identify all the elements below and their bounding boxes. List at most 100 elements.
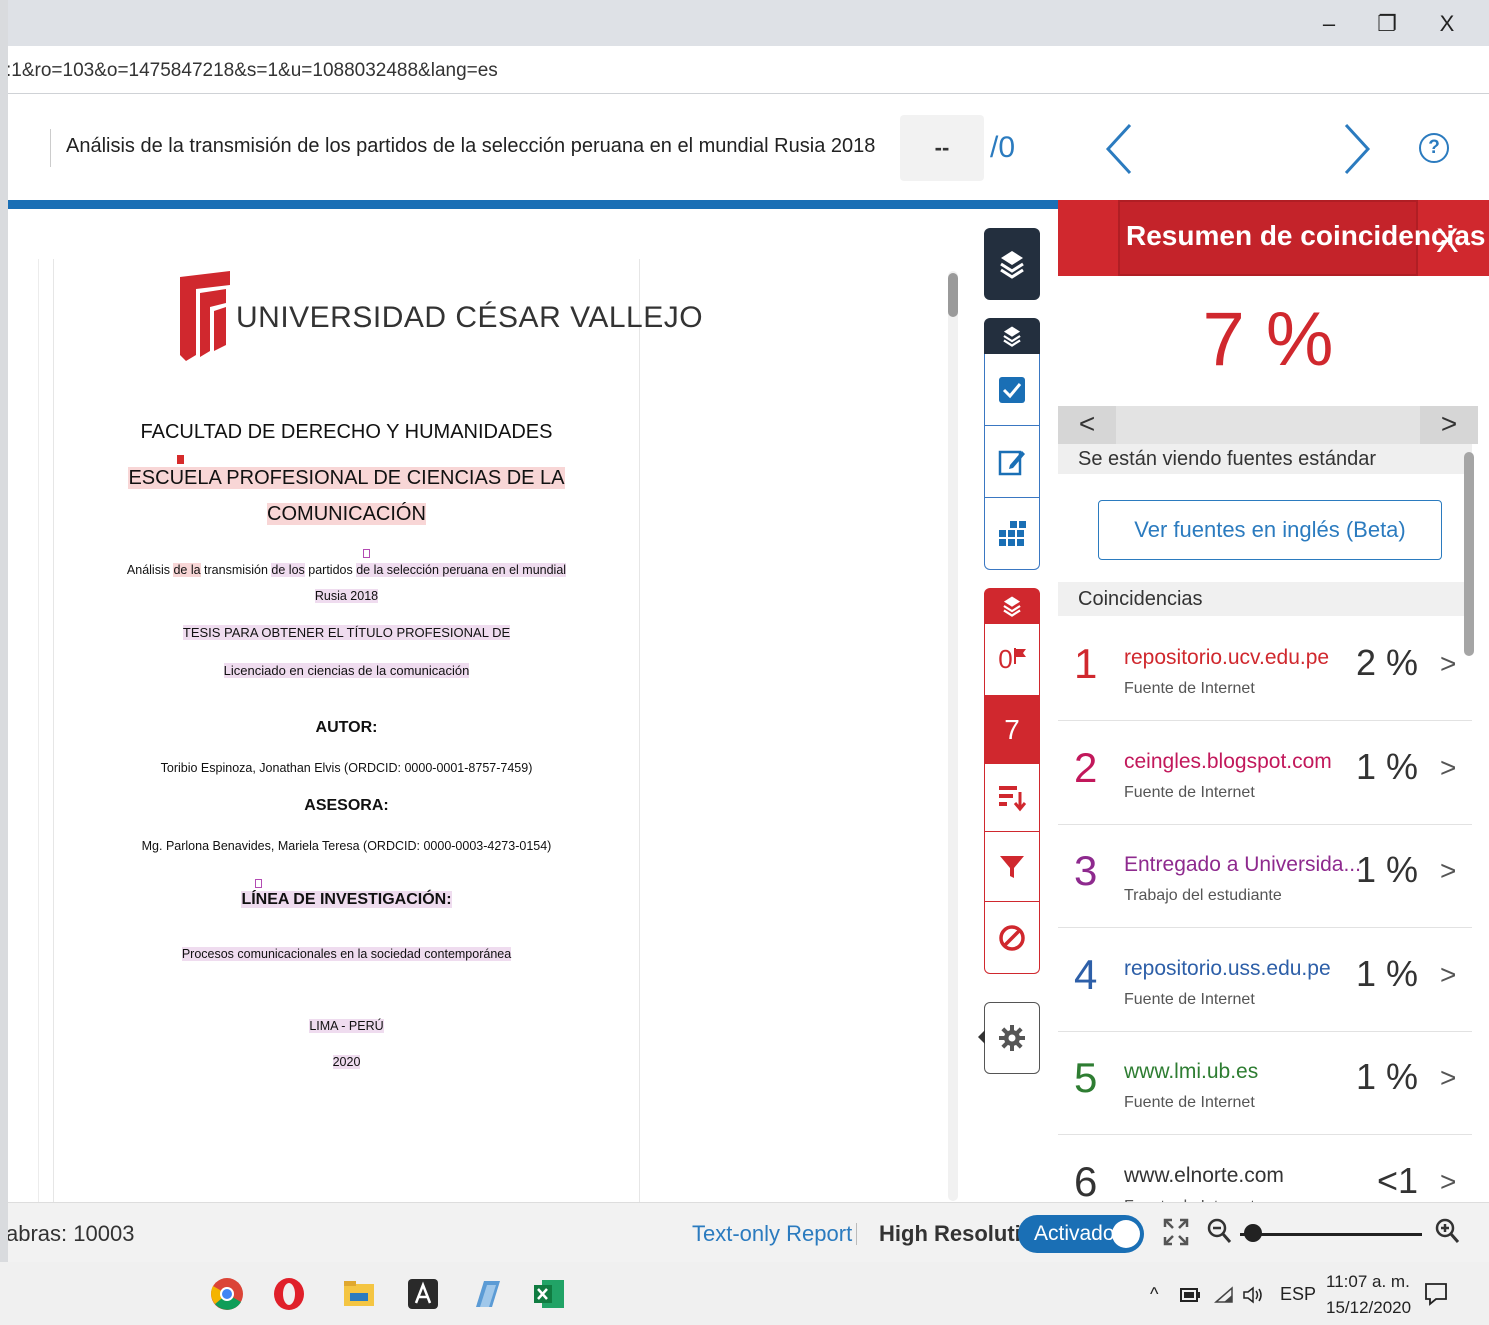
status-separator <box>856 1223 857 1245</box>
match-marker-title <box>53 547 640 561</box>
thesis-for-text: TESIS PARA OBTENER EL TÍTULO PROFESIONAL… <box>182 625 511 640</box>
match-number: 3 <box>1074 847 1098 894</box>
document-scrollbar-thumb[interactable] <box>948 273 958 317</box>
zoom-out-icon[interactable] <box>1206 1217 1232 1245</box>
match-source-name[interactable]: repositorio.uss.edu.pe <box>1124 957 1331 981</box>
page-total: /0 <box>990 131 1016 164</box>
chevron-right-icon[interactable]: > <box>1440 1166 1456 1198</box>
exclude-button[interactable] <box>984 902 1040 974</box>
input-language[interactable]: ESP <box>1280 1284 1316 1305</box>
fullscreen-icon[interactable] <box>1162 1217 1190 1247</box>
place-text: LIMA - PERÚ <box>309 1019 384 1033</box>
author-line: Toribio Espinoza, Jonathan Elvis (ORDCID… <box>160 761 533 775</box>
tray-expand-icon[interactable]: ^ <box>1150 1284 1158 1305</box>
chevron-right-icon[interactable]: > <box>1440 1062 1456 1094</box>
research-line: Procesos comunicacionales en la sociedad… <box>53 947 640 961</box>
research-label-text: LÍNEA DE INVESTIGACIÓN: <box>241 891 452 908</box>
header-accent-bar <box>8 200 1058 209</box>
year-text: 2020 <box>332 1055 361 1069</box>
school-line-1: ESCUELA PROFESIONAL DE CIENCIAS DE LA <box>53 467 640 490</box>
match-percentage: 1 % <box>1355 745 1418 787</box>
panel-scrollbar-thumb[interactable] <box>1464 452 1474 656</box>
viewer-header: Análisis de la transmisión de los partid… <box>8 95 1489 200</box>
collapse-caret-icon[interactable] <box>978 1030 985 1044</box>
layers-small-icon <box>1003 326 1021 347</box>
thesis-title-line-2: Rusia 2018 <box>53 589 640 603</box>
match-row[interactable]: 3 Entregado a Universida... Trabajo del es… <box>1058 825 1472 928</box>
close-window-button[interactable]: X <box>1424 8 1470 40</box>
notes-app-icon[interactable] <box>470 1277 504 1311</box>
match-row[interactable]: 6www.elnorte.comFuente de Internet<1 %> <box>1058 1136 1472 1203</box>
school-line-2: COMUNICACIÓN <box>53 503 640 526</box>
notifications-icon[interactable] <box>1424 1282 1448 1306</box>
window-titlebar: – ❐ X <box>0 0 1489 46</box>
match-row[interactable]: 1 repositorio.ucv.edu.pe Fuente de Interne… <box>1058 618 1472 721</box>
layers-button[interactable] <box>984 228 1040 300</box>
thesis-title-part-b: de la <box>173 563 201 577</box>
chevron-right-icon[interactable]: > <box>1440 648 1456 680</box>
tool-group-red-layers-tab[interactable] <box>984 588 1040 624</box>
match-source-name[interactable]: repositorio.ucv.edu.pe <box>1124 646 1329 670</box>
grid-tool-button[interactable] <box>984 498 1040 570</box>
address-bar[interactable]: :1&ro=103&o=1475847218&s=1&u=1088032488&… <box>0 46 1489 94</box>
match-row[interactable]: 4 repositorio.uss.edu.pe Fuente de Interne… <box>1058 929 1472 1032</box>
opera-icon[interactable] <box>272 1277 306 1311</box>
match-source-type: Fuente de Internet <box>1124 990 1255 1008</box>
match-row[interactable]: 2 ceingles.blogspot.com Fuente de Internet… <box>1058 722 1472 825</box>
high-resolution-toggle[interactable]: Activado <box>1018 1215 1144 1253</box>
sort-button[interactable] <box>984 764 1040 832</box>
next-page-icon[interactable] <box>1336 121 1376 177</box>
chevron-right-icon[interactable]: > <box>1440 855 1456 887</box>
gear-icon <box>999 1025 1025 1051</box>
chevron-right-icon[interactable]: > <box>1440 959 1456 991</box>
document-viewer[interactable]: UNIVERSIDAD CÉSAR VALLEJO FACULTAD DE DE… <box>8 209 1058 1209</box>
address-url[interactable]: :1&ro=103&o=1475847218&s=1&u=1088032488&… <box>6 60 498 82</box>
match-source-name[interactable]: ceingles.blogspot.com <box>1124 750 1332 774</box>
document-title: Análisis de la transmisión de los partid… <box>66 135 876 157</box>
wifi-icon[interactable] <box>1214 1286 1234 1304</box>
match-source-name[interactable]: www.elnorte.com <box>1124 1164 1284 1188</box>
document-scrollbar[interactable] <box>948 271 958 1201</box>
edit-icon <box>998 450 1025 475</box>
match-list: 1 repositorio.ucv.edu.pe Fuente de Interne… <box>1058 200 1472 1202</box>
zoom-slider-track[interactable] <box>1240 1233 1422 1236</box>
match-number: 6 <box>1074 1157 1098 1203</box>
previous-page-icon[interactable] <box>1100 121 1140 177</box>
tool-group-layers-tab[interactable] <box>984 318 1040 354</box>
file-explorer-icon[interactable] <box>342 1277 376 1311</box>
clock-date[interactable]: 15/12/2020 <box>1326 1298 1411 1318</box>
chevron-right-icon[interactable]: > <box>1440 752 1456 784</box>
flags-count: 0 <box>998 644 1013 674</box>
thesis-title-part-f: de la selección peruana en el mundial <box>356 563 567 577</box>
zoom-in-icon[interactable] <box>1434 1217 1460 1245</box>
edit-tool-button[interactable] <box>984 426 1040 498</box>
clock-time[interactable]: 11:07 a. m. <box>1326 1272 1410 1292</box>
match-source-name[interactable]: Entregado a Universida... <box>1124 853 1361 877</box>
thesis-title-line-1: Análisis de la transmisión de los partid… <box>53 563 640 577</box>
flag-icon <box>1013 647 1026 664</box>
settings-button[interactable] <box>984 1002 1040 1074</box>
checkbox-tool-button[interactable] <box>984 354 1040 426</box>
filter-button[interactable] <box>984 832 1040 902</box>
minimize-button[interactable]: – <box>1306 8 1352 40</box>
university-name: UNIVERSIDAD CÉSAR VALLEJO <box>236 301 704 334</box>
zoom-slider-knob[interactable] <box>1244 1224 1262 1242</box>
page-number-input[interactable]: -- <box>900 115 984 181</box>
match-source-name[interactable]: www.lmi.ub.es <box>1124 1060 1258 1084</box>
layers-red-icon <box>1003 596 1021 617</box>
match-overview-button[interactable]: 7 <box>984 696 1040 764</box>
restore-button[interactable]: ❐ <box>1364 8 1410 40</box>
flags-button[interactable]: 0 <box>984 624 1040 696</box>
match-source-type: Fuente de Internet <box>1124 680 1255 697</box>
text-only-report-link[interactable]: Text-only Report <box>692 1221 852 1247</box>
match-overview-panel: Resumen de coincidencias X 7 % < > Se es… <box>1058 200 1489 1202</box>
match-row[interactable]: 5 www.lmi.ub.es Fuente de Internet 1 % > <box>1058 1032 1472 1135</box>
acrobat-icon[interactable] <box>406 1277 440 1311</box>
battery-icon[interactable] <box>1180 1286 1202 1304</box>
excel-icon[interactable] <box>532 1277 566 1311</box>
help-icon[interactable]: ? <box>1419 133 1449 163</box>
page-shadow <box>38 259 39 1209</box>
chrome-icon[interactable] <box>210 1277 244 1311</box>
place-line: LIMA - PERÚ <box>53 1019 640 1033</box>
volume-icon[interactable] <box>1242 1286 1266 1304</box>
